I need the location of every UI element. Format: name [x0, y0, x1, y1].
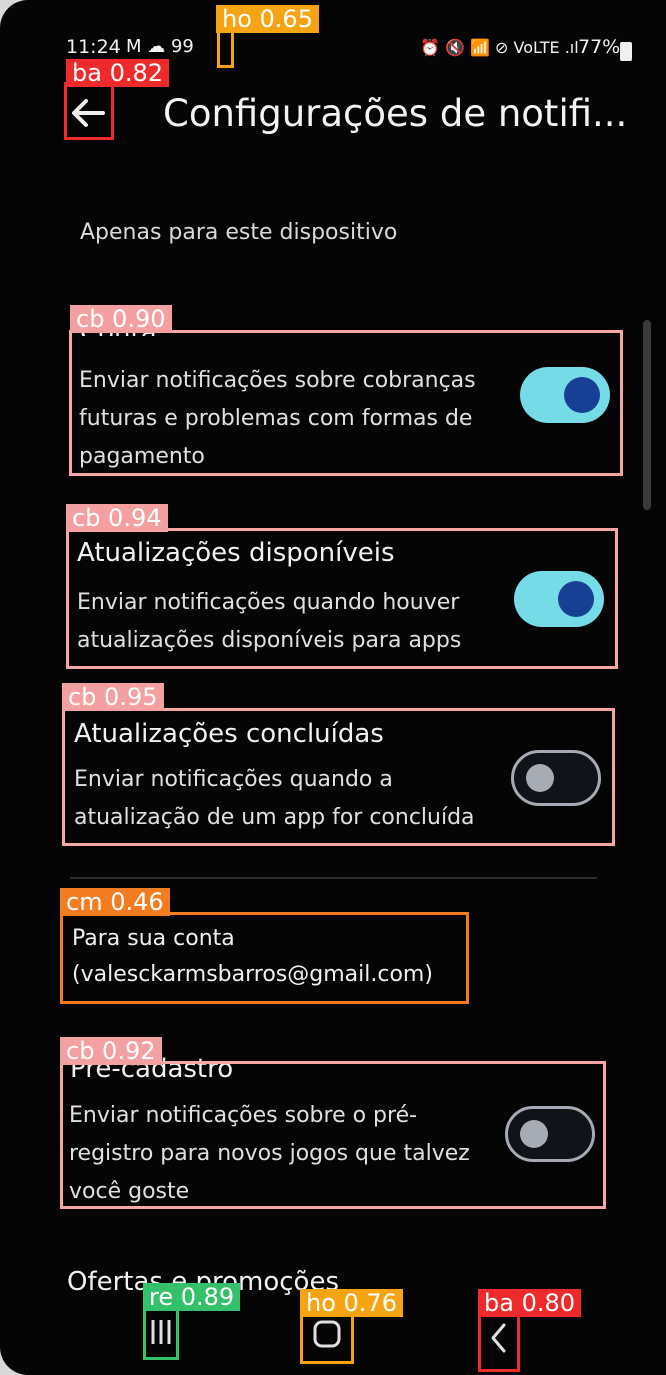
section-divider — [70, 877, 597, 879]
annotation-label-cm: cm 0.46 — [60, 888, 170, 916]
annotation-label-cb-concluidas: cb 0.95 — [62, 683, 164, 711]
annotation-box-ba-top — [64, 82, 114, 140]
annotation-label-ho-top: ho 0.65 — [216, 5, 319, 33]
battery-level: 77% — [578, 36, 621, 58]
annotation-box-ho-top — [217, 30, 234, 68]
status-left-icons: M ☁ 99 — [126, 36, 194, 57]
page-title: Configurações de notifi... — [163, 92, 628, 135]
annotation-box-re — [143, 1307, 179, 1360]
scrollbar[interactable] — [643, 320, 651, 510]
annotation-label-cb-pre-cadastro: cb 0.92 — [60, 1037, 162, 1065]
annotation-box-cb-pre-cadastro — [60, 1061, 606, 1209]
annotation-box-cb-conta — [69, 330, 623, 476]
status-time: 11:24 — [66, 36, 121, 58]
phone-screen: 11:24 M ☁ 99 ⏰ 🔇 📶 ⊘ VoLTE .ıl 77% Confi… — [0, 0, 666, 1375]
annotation-label-ba-top: ba 0.82 — [66, 59, 170, 87]
annotation-label-cb-disponiveis: cb 0.94 — [66, 504, 168, 532]
annotation-box-cb-disponiveis — [66, 528, 618, 669]
annotation-label-cb-conta: cb 0.90 — [70, 305, 172, 333]
annotation-box-cb-concluidas — [62, 708, 615, 846]
battery-icon — [620, 42, 632, 61]
section-label-device: Apenas para este dispositivo — [80, 220, 398, 245]
annotation-box-cm — [60, 912, 469, 1004]
annotation-label-re: re 0.89 — [143, 1283, 241, 1311]
annotation-label-ho-bottom: ho 0.76 — [300, 1289, 403, 1317]
status-right-icons: ⏰ 🔇 📶 ⊘ VoLTE .ıl — [420, 38, 579, 57]
annotation-label-ba-bottom: ba 0.80 — [478, 1289, 582, 1317]
